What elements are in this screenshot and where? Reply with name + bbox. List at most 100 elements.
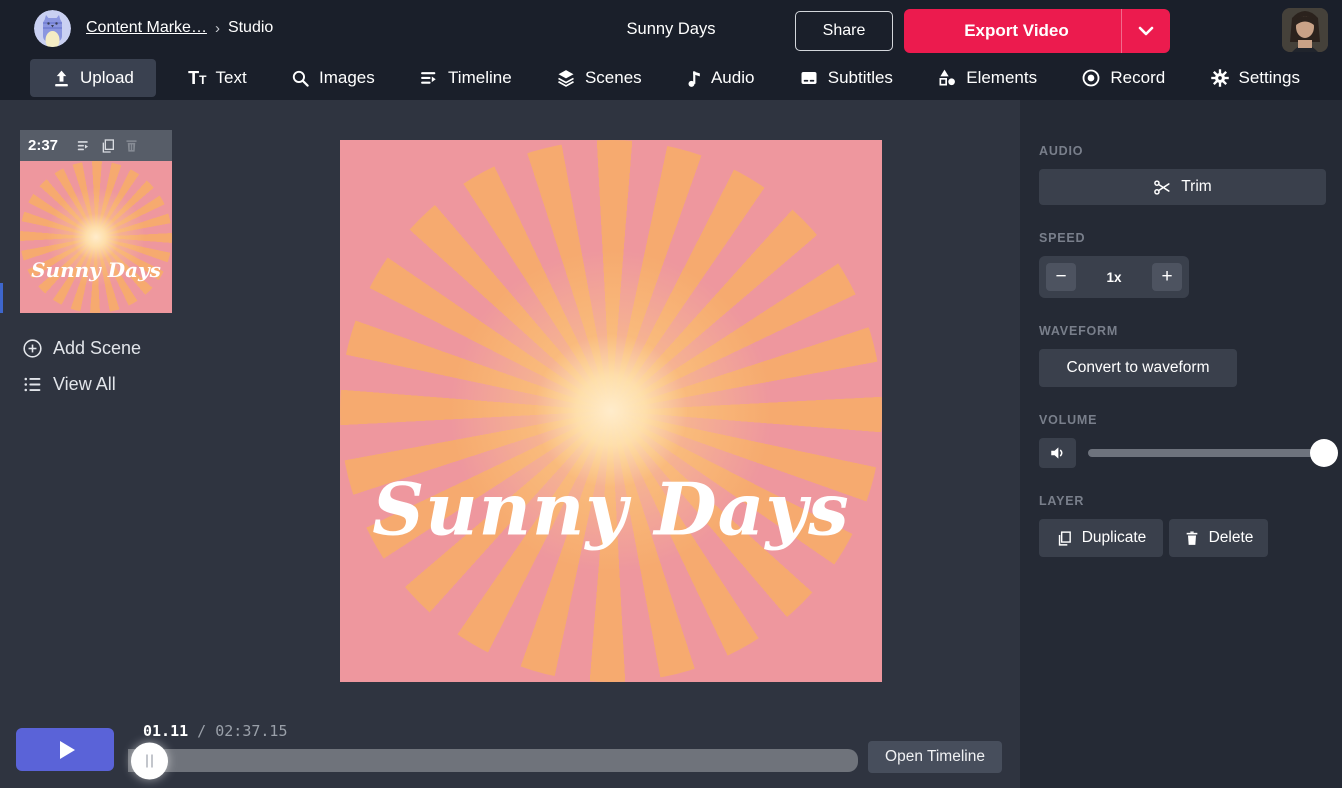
trash-icon — [1184, 530, 1200, 547]
trim-button[interactable]: Trim — [1039, 169, 1326, 205]
total-time: 02:37.15 — [215, 722, 287, 740]
upload-icon — [52, 69, 71, 88]
speed-control: − 1x + — [1039, 256, 1189, 298]
cat-avatar-icon — [34, 10, 71, 47]
volume-slider-thumb[interactable] — [1310, 439, 1338, 467]
tab-record[interactable]: Record — [1069, 60, 1177, 96]
breadcrumb-project-link[interactable]: Content Marke… — [86, 19, 207, 37]
speaker-icon — [1048, 444, 1068, 462]
user-avatar[interactable] — [1282, 8, 1328, 52]
time-separator: / — [188, 722, 215, 740]
export-options-caret[interactable] — [1122, 26, 1170, 36]
share-button-label: Share — [823, 22, 866, 40]
app-header: Content Marke… › Studio Sunny Days Share… — [0, 0, 1342, 100]
delete-layer-button[interactable]: Delete — [1169, 519, 1268, 557]
volume-slider[interactable] — [1088, 449, 1326, 457]
duplicate-layer-button[interactable]: Duplicate — [1039, 519, 1163, 557]
tab-timeline[interactable]: Timeline — [407, 60, 524, 96]
volume-control — [1039, 438, 1326, 468]
minus-icon: − — [1055, 267, 1066, 286]
video-canvas[interactable]: Sunny Days — [340, 140, 882, 682]
trim-button-label: Trim — [1181, 178, 1211, 196]
waveform-section-label: WAVEFORM — [1039, 324, 1326, 338]
add-scene-label: Add Scene — [53, 338, 141, 359]
tab-subtitles[interactable]: Subtitles — [787, 60, 905, 96]
inspector-panel: AUDIO Trim SPEED − 1x + WAVEFORM Convert… — [1020, 100, 1342, 788]
open-timeline-button[interactable]: Open Timeline — [868, 741, 1002, 773]
search-icon — [291, 69, 310, 88]
tab-elements[interactable]: Elements — [925, 60, 1049, 96]
export-video-button[interactable]: Export Video — [904, 9, 1170, 53]
scene-card-header: 2:37 — [20, 130, 172, 161]
share-button[interactable]: Share — [795, 11, 893, 51]
scene-thumbnail[interactable]: Sunny Days — [20, 161, 172, 313]
tab-text-label: Text — [216, 68, 247, 88]
convert-to-waveform-button[interactable]: Convert to waveform — [1039, 349, 1237, 387]
text-icon: TT — [188, 69, 206, 87]
breadcrumb-separator: › — [215, 20, 220, 37]
thumbnail-sun-glow — [20, 161, 172, 313]
play-icon — [60, 741, 75, 759]
tab-settings-label: Settings — [1239, 68, 1300, 88]
project-title[interactable]: Sunny Days — [627, 20, 716, 39]
time-display: 01.11 / 02:37.15 — [143, 722, 288, 740]
delete-label: Delete — [1209, 529, 1254, 547]
scenes-icon — [556, 68, 576, 88]
view-all-label: View All — [53, 374, 116, 395]
convert-to-waveform-label: Convert to waveform — [1067, 359, 1210, 377]
main-toolbar: Upload TT Text Images Timeline — [0, 56, 1342, 100]
music-note-icon — [686, 68, 702, 88]
export-video-label: Export Video — [904, 21, 1121, 41]
add-scene-button[interactable]: Add Scene — [22, 338, 141, 359]
workspace-avatar[interactable] — [34, 10, 71, 47]
user-photo — [1282, 8, 1328, 52]
play-button[interactable] — [16, 728, 114, 771]
editor-main-area: 2:37 Sunny Days Add Scene — [0, 100, 1020, 788]
scene-duration: 2:37 — [28, 137, 58, 154]
list-icon — [22, 375, 43, 394]
gear-icon — [1210, 68, 1230, 88]
tab-settings[interactable]: Settings — [1198, 60, 1312, 96]
audio-section-label: AUDIO — [1039, 144, 1326, 158]
tab-text[interactable]: TT Text — [176, 60, 259, 96]
scene-delete-icon[interactable] — [124, 138, 139, 154]
tab-scenes-label: Scenes — [585, 68, 642, 88]
mute-button[interactable] — [1039, 438, 1076, 468]
tab-upload-label: Upload — [80, 68, 134, 88]
scene-timeline-icon[interactable] — [76, 138, 92, 153]
layer-actions: Duplicate Delete — [1039, 519, 1326, 557]
speed-decrease-button[interactable]: − — [1046, 263, 1076, 291]
subtitles-icon — [799, 69, 819, 87]
scene-card[interactable]: 2:37 Sunny Days — [20, 130, 172, 313]
tab-audio[interactable]: Audio — [674, 60, 766, 96]
scene-duplicate-icon[interactable] — [100, 138, 116, 154]
tab-scenes[interactable]: Scenes — [544, 60, 654, 96]
seek-bar[interactable] — [128, 749, 858, 772]
header-top-row: Content Marke… › Studio Sunny Days Share… — [0, 0, 1342, 56]
speed-increase-button[interactable]: + — [1152, 263, 1182, 291]
tab-images[interactable]: Images — [279, 60, 387, 96]
breadcrumb-current-page: Studio — [228, 19, 273, 37]
record-icon — [1081, 68, 1101, 88]
tab-images-label: Images — [319, 68, 375, 88]
tab-record-label: Record — [1110, 68, 1165, 88]
tab-audio-label: Audio — [711, 68, 754, 88]
chevron-down-icon — [1138, 26, 1154, 36]
seek-handle[interactable] — [131, 742, 168, 779]
volume-section-label: VOLUME — [1039, 413, 1326, 427]
tab-subtitles-label: Subtitles — [828, 68, 893, 88]
plus-icon: + — [1161, 267, 1172, 286]
open-timeline-label: Open Timeline — [885, 748, 985, 766]
sidebar-scroll-indicator[interactable] — [0, 283, 3, 313]
tab-timeline-label: Timeline — [448, 68, 512, 88]
layer-section-label: LAYER — [1039, 494, 1326, 508]
speed-value: 1x — [1106, 270, 1121, 285]
scissors-icon — [1153, 178, 1172, 197]
canvas-caption: Sunny Days — [340, 466, 882, 551]
tab-upload[interactable]: Upload — [30, 59, 156, 97]
tab-elements-label: Elements — [966, 68, 1037, 88]
speed-section-label: SPEED — [1039, 231, 1326, 245]
breadcrumb: Content Marke… › Studio — [86, 19, 273, 37]
view-all-button[interactable]: View All — [22, 374, 116, 395]
duplicate-icon — [1056, 530, 1073, 547]
